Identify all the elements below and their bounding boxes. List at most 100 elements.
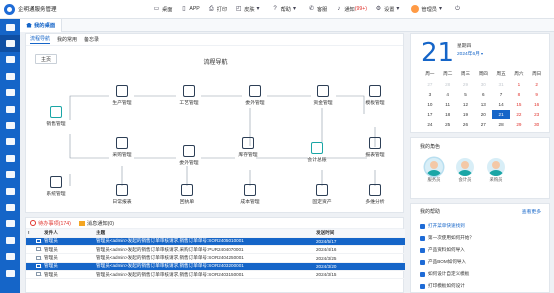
calendar-date[interactable]: 22	[510, 112, 528, 117]
calendar-date[interactable]: 3	[421, 92, 439, 97]
sidebar-item-desktop[interactable]	[0, 35, 20, 52]
toolbar-help[interactable]: ? 帮助 ▾	[272, 6, 300, 13]
table-row[interactable]: 管理员 管理员<admin>发起的销售订单审核请求,采购订单单号:PUR2404…	[26, 245, 405, 255]
sidebar-item-mail[interactable]	[0, 167, 20, 183]
help-item[interactable]: 第一次使用如何开始？	[420, 235, 548, 241]
sidebar-item-sales[interactable]	[0, 52, 20, 68]
toolbar-skin[interactable]: ◰ 皮肤 ▾	[235, 6, 263, 13]
calendar-date[interactable]: 24	[421, 122, 439, 127]
sidebar-item-office[interactable]	[0, 183, 20, 199]
calendar-date[interactable]: 30	[528, 122, 546, 127]
node-warehouse[interactable]: 库存管理	[228, 137, 268, 158]
calendar-date[interactable]: 30	[474, 82, 492, 87]
sidebar-menu-toggle[interactable]	[0, 19, 20, 35]
role-item[interactable]: 会计员	[454, 158, 476, 183]
table-row[interactable]: 管理员 管理员<admin>发起的销售订单审核请求,销售订单单号:SOR2405…	[26, 237, 405, 247]
help-item[interactable]: 打开菜单快速找到	[420, 223, 548, 229]
node-cost[interactable]: 成本管理	[230, 184, 270, 205]
sidebar-item-finance[interactable]	[0, 101, 20, 117]
calendar-date-today[interactable]: 21	[492, 109, 510, 119]
toolbar-settings[interactable]: ⚙ 设置 ▾	[375, 6, 403, 13]
node-return[interactable]: 回执单	[167, 184, 207, 205]
node-sales[interactable]: 销售管理	[36, 106, 76, 127]
node-craft[interactable]: 委外管理	[169, 145, 209, 166]
sidebar-item-files[interactable]	[0, 216, 20, 232]
col-time[interactable]: 发送时间	[314, 229, 405, 238]
calendar-date[interactable]: 18	[439, 112, 457, 117]
role-item[interactable]: 采购员	[485, 158, 507, 183]
calendar-date[interactable]: 6	[474, 92, 492, 97]
help-item[interactable]: 打印模板如何设计	[420, 283, 548, 289]
calendar-date[interactable]: 20	[474, 112, 492, 117]
help-item[interactable]: 如何设计自定义模板	[420, 271, 548, 277]
sidebar-item-settings[interactable]	[0, 248, 20, 264]
toolbar-notify[interactable]: ♪ 通知 (99+)	[335, 6, 367, 13]
calendar-date[interactable]: 19	[457, 112, 475, 117]
node-report[interactable]: 报表管理	[355, 137, 395, 158]
node-multi[interactable]: 多维分析	[355, 184, 395, 205]
calendar-date[interactable]: 23	[528, 112, 546, 117]
calendar-date[interactable]: 27	[421, 82, 439, 87]
calendar-date[interactable]: 9	[528, 92, 546, 97]
calendar-date[interactable]: 31	[492, 82, 510, 87]
calendar-date[interactable]: 28	[439, 82, 457, 87]
toolbar-service[interactable]: ✆ 客服	[308, 6, 327, 13]
help-item[interactable]: 产品BOM如何导入	[420, 259, 548, 265]
sidebar-item-security[interactable]	[0, 117, 20, 133]
calendar-date[interactable]: 8	[510, 92, 528, 97]
toolbar-print[interactable]: ⎙ 打印	[208, 6, 227, 13]
node-accounting[interactable]: 会计总账	[297, 142, 337, 163]
sidebar-item-report[interactable]	[0, 150, 20, 166]
calendar-date[interactable]: 14	[492, 102, 510, 107]
col-subject[interactable]: 主题	[94, 229, 314, 238]
node-production[interactable]: 生产管理	[102, 85, 142, 106]
tab-messages[interactable]: 消息通知(0)	[78, 220, 114, 227]
table-row[interactable]: 管理员 管理员<admin>发起的销售订单审核请求,销售订单单号:SOR2403…	[26, 262, 405, 272]
table-row[interactable]: 管理员 管理员<admin>发起的销售订单审核请求,销售订单单号:SOR2403…	[26, 270, 405, 280]
calendar-date[interactable]: 11	[439, 102, 457, 107]
calendar-date[interactable]: 1	[510, 82, 528, 87]
calendar-date[interactable]: 13	[474, 102, 492, 107]
node-asset[interactable]: 固定资产	[302, 184, 342, 205]
calendar-date[interactable]: 27	[474, 122, 492, 127]
calendar-date[interactable]: 28	[492, 122, 510, 127]
user-menu[interactable]: 管理员 ▾	[411, 5, 446, 13]
sidebar-item-purchase[interactable]	[0, 68, 20, 84]
col-sender[interactable]: 发件人	[42, 229, 94, 238]
calendar-date[interactable]: 12	[457, 102, 475, 107]
sidebar-item-production[interactable]	[0, 134, 20, 150]
sidebar-item-monitor[interactable]	[0, 232, 20, 248]
power-button[interactable]: ⏻	[454, 6, 463, 13]
tab-todo[interactable]: 待办事项(174)	[30, 220, 71, 227]
calendar-date[interactable]: 16	[528, 102, 546, 107]
help-more-link[interactable]: 查看更多	[522, 208, 541, 215]
calendar-date[interactable]: 29	[510, 122, 528, 127]
node-purchase[interactable]: 采购管理	[102, 137, 142, 158]
calendar-date[interactable]: 17	[421, 112, 439, 117]
calendar-date[interactable]: 25	[439, 122, 457, 127]
calendar-date[interactable]: 26	[457, 122, 475, 127]
node-capital[interactable]: 资金管理	[303, 85, 343, 106]
node-routine[interactable]: 日常报表	[102, 184, 142, 205]
calendar-date[interactable]: 7	[492, 92, 510, 97]
sidebar-item-warehouse[interactable]	[0, 85, 20, 101]
calendar-date[interactable]: 4	[439, 92, 457, 97]
calendar-month-select[interactable]: 2024年6月	[457, 50, 483, 57]
role-item[interactable]: 服务员	[423, 158, 445, 183]
calendar-date[interactable]: 2	[528, 82, 546, 87]
tab-home[interactable]: 我的桌面	[20, 18, 63, 32]
sidebar-item-users[interactable]	[0, 199, 20, 215]
toolbar-desktop[interactable]: ▭ 桌面	[153, 6, 173, 13]
node-system[interactable]: 系统管理	[36, 176, 76, 197]
toolbar-app[interactable]: ▯ APP	[180, 6, 200, 13]
calendar-date[interactable]: 5	[457, 92, 475, 97]
table-row[interactable]: 管理员 管理员<admin>发起的销售订单审核请求,销售订单单号:SOR2404…	[26, 253, 405, 263]
calendar-date[interactable]: 15	[510, 102, 528, 107]
calendar-date[interactable]: 10	[421, 102, 439, 107]
node-process[interactable]: 工艺管理	[169, 85, 209, 106]
sidebar-item-more[interactable]	[0, 265, 20, 281]
calendar-date[interactable]: 29	[457, 82, 475, 87]
node-template[interactable]: 模板管理	[355, 85, 395, 106]
help-item[interactable]: 产品资料如何导入	[420, 247, 548, 253]
node-outsourcing[interactable]: 委外管理	[235, 85, 275, 106]
